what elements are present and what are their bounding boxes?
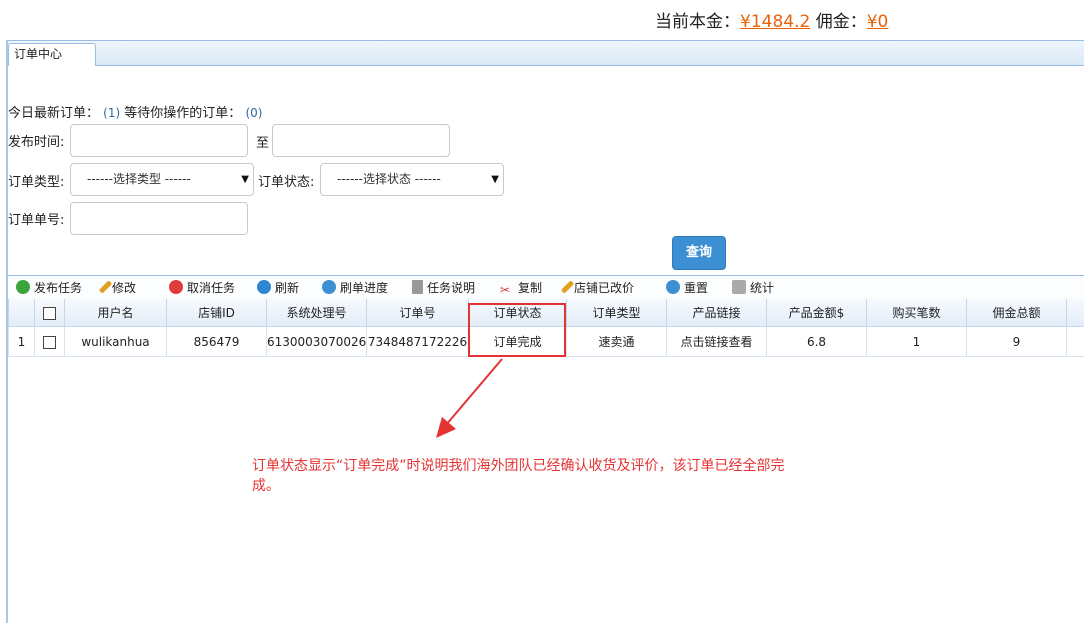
row-number: 1 [8,326,35,357]
reset-button[interactable]: 重置 [666,279,708,297]
statistics-button[interactable]: 统计 [732,279,774,297]
refresh-button[interactable]: 刷新 [257,279,299,297]
checkbox-icon [43,335,56,349]
order-status-select[interactable]: ------选择状态 ------ ▼ [320,163,504,196]
task-description-button[interactable]: 任务说明 [412,279,475,297]
publish-task-button[interactable]: 发布任务 [16,279,82,297]
row-checkbox[interactable] [34,326,65,357]
order-no-label: 订单单号: [8,213,65,228]
balance-bar: 当前本金：¥1484.2 佣金：¥0 [655,7,888,32]
tab-order-center[interactable]: 订单中心 [8,43,96,66]
order-no-input[interactable] [70,202,248,235]
column-header-order-no[interactable]: 订单号 [366,299,469,327]
cell-system-no: 6130003070026 [266,326,367,357]
cell-count: 1 [866,326,967,357]
cell-type: 速卖通 [566,326,667,357]
commission-value[interactable]: ¥0 [867,12,889,32]
toolbar: 发布任务 修改 取消任务 刷新 刷单进度 任务说明 ✂ 复制 店铺已改价 重置 统… [8,275,1084,299]
column-header-amount[interactable]: 产品金额$ [766,299,867,327]
globe-icon [666,280,680,294]
order-type-value: ------选择类型 ------ [87,172,191,186]
annotation-arrow-icon [436,358,503,438]
order-type-select[interactable]: ------选择类型 ------ ▼ [70,163,254,196]
column-header-type[interactable]: 订单类型 [566,299,667,327]
waiting-count[interactable]: (0) [245,106,262,120]
edit-button[interactable]: 修改 [98,279,136,297]
checkbox-icon [43,306,56,320]
column-header-system-no[interactable]: 系统处理号 [266,299,367,327]
cell-username: wulikanhua [64,326,167,357]
status-highlight-box [468,303,566,357]
pencil-icon [98,280,113,294]
cell-product-link[interactable]: 点击链接查看 [666,326,767,357]
column-header-username[interactable]: 用户名 [64,299,167,327]
to-label: 至 [256,136,270,151]
publish-time-end-input[interactable] [272,124,450,157]
chevron-down-icon: ▼ [491,174,499,185]
publish-time-label: 发布时间: [8,135,65,150]
shop-price-changed-button[interactable]: 店铺已改价 [560,279,634,297]
order-status-value: ------选择状态 ------ [337,172,441,186]
row-number-header [8,299,35,327]
progress-button[interactable]: 刷单进度 [322,279,388,297]
cancel-task-button[interactable]: 取消任务 [169,279,235,297]
add-icon [16,280,30,294]
column-header-commission[interactable]: 佣金总额 [966,299,1067,327]
select-all-checkbox[interactable] [34,299,65,327]
tab-bar [6,40,1084,66]
chart-icon [732,280,746,294]
cell-shop-id: 856479 [166,326,267,357]
column-header-count[interactable]: 购买笔数 [866,299,967,327]
column-header-filler [1066,299,1084,327]
refresh-icon [257,280,271,294]
order-status-label: 订单状态: [258,175,315,190]
annotation-note: 订单状态显示“订单完成”时说明我们海外团队已经确认收货及评价，该订单已经全部完成… [252,458,785,494]
today-label: 今日最新订单： [8,106,100,121]
commission-label: 佣金： [815,12,867,32]
publish-time-start-input[interactable] [70,124,248,157]
globe-icon [322,280,336,294]
order-type-label: 订单类型: [8,175,65,190]
principal-label: 当前本金： [655,12,740,32]
cell-filler [1066,326,1084,357]
principal-value[interactable]: ¥1484.2 [740,12,810,32]
summary-line: 今日最新订单： (1) 等待你操作的订单： (0) [8,102,262,121]
copy-button[interactable]: ✂ 复制 [500,279,542,297]
column-header-shop-id[interactable]: 店铺ID [166,299,267,327]
cell-order-no: 7348487172226 [366,326,469,357]
document-icon [412,280,423,294]
chevron-down-icon: ▼ [241,174,249,185]
pencil-icon [560,280,575,294]
today-count[interactable]: (1) [103,106,120,120]
cell-amount: 6.8 [766,326,867,357]
waiting-label: 等待你操作的订单： [124,106,242,121]
column-header-link[interactable]: 产品链接 [666,299,767,327]
query-button[interactable]: 查询 [672,236,726,270]
scissors-icon: ✂ [500,283,511,297]
cancel-icon [169,280,183,294]
cell-commission: 9 [966,326,1067,357]
